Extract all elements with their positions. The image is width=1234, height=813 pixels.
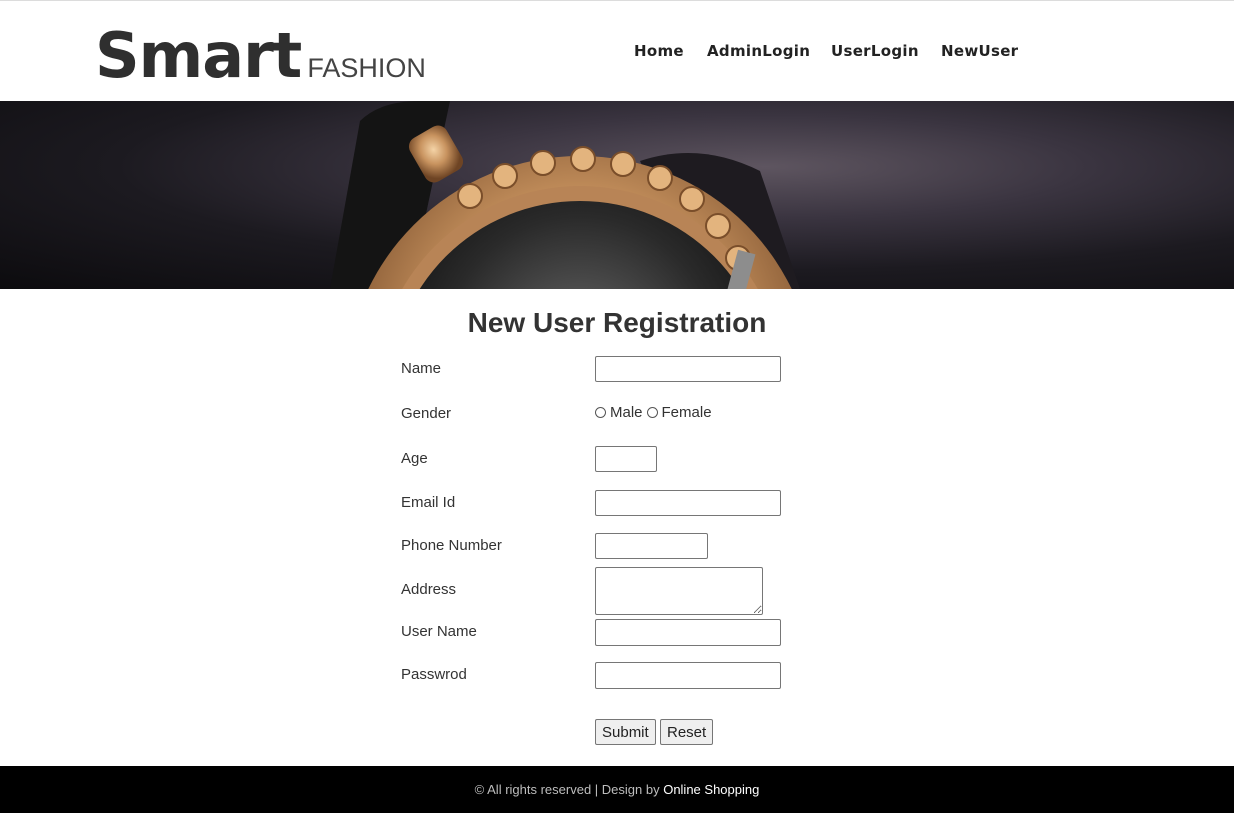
- username-label: User Name: [401, 623, 477, 640]
- nav-home[interactable]: Home: [634, 42, 684, 60]
- gender-radio-group: Male Female: [595, 404, 716, 421]
- site-footer: © All rights reserved | Design by Online…: [0, 766, 1234, 813]
- footer-text: © All rights reserved | Design by Online…: [0, 782, 1234, 797]
- site-header: Smart FASHION Home AdminLogin UserLogin N…: [0, 1, 1234, 101]
- phone-label: Phone Number: [401, 537, 502, 554]
- address-label: Address: [401, 581, 457, 598]
- email-input[interactable]: [595, 490, 781, 516]
- nav-admin-login[interactable]: AdminLogin: [707, 42, 810, 60]
- nav-user-login[interactable]: UserLogin: [831, 42, 919, 60]
- gender-female-label[interactable]: Female: [662, 404, 712, 421]
- age-input[interactable]: [595, 446, 657, 472]
- age-label: Age: [401, 450, 428, 467]
- gender-male-radio[interactable]: [595, 407, 606, 418]
- main-nav: Home AdminLogin UserLogin NewUser: [0, 42, 1234, 62]
- banner-image: [0, 101, 1234, 289]
- nav-new-user[interactable]: NewUser: [941, 42, 1018, 60]
- password-input[interactable]: [595, 662, 781, 689]
- gender-female-radio[interactable]: [646, 407, 658, 418]
- gender-label: Gender: [401, 405, 452, 422]
- footer-designer-link[interactable]: Online Shopping: [663, 782, 759, 797]
- email-label: Email Id: [401, 494, 456, 511]
- password-label: Passwrod: [401, 666, 467, 683]
- copyright-text: © All rights reserved | Design by: [474, 782, 660, 797]
- address-textarea[interactable]: [595, 567, 763, 615]
- phone-input[interactable]: [595, 533, 708, 559]
- name-label: Name: [401, 360, 442, 377]
- gender-male-label[interactable]: Male: [610, 404, 643, 421]
- username-input[interactable]: [595, 619, 781, 646]
- name-input[interactable]: [595, 356, 781, 382]
- reset-button[interactable]: Reset: [660, 719, 714, 745]
- page-title: New User Registration: [467, 307, 767, 338]
- watch-image: [330, 101, 800, 289]
- submit-button[interactable]: Submit: [595, 719, 656, 745]
